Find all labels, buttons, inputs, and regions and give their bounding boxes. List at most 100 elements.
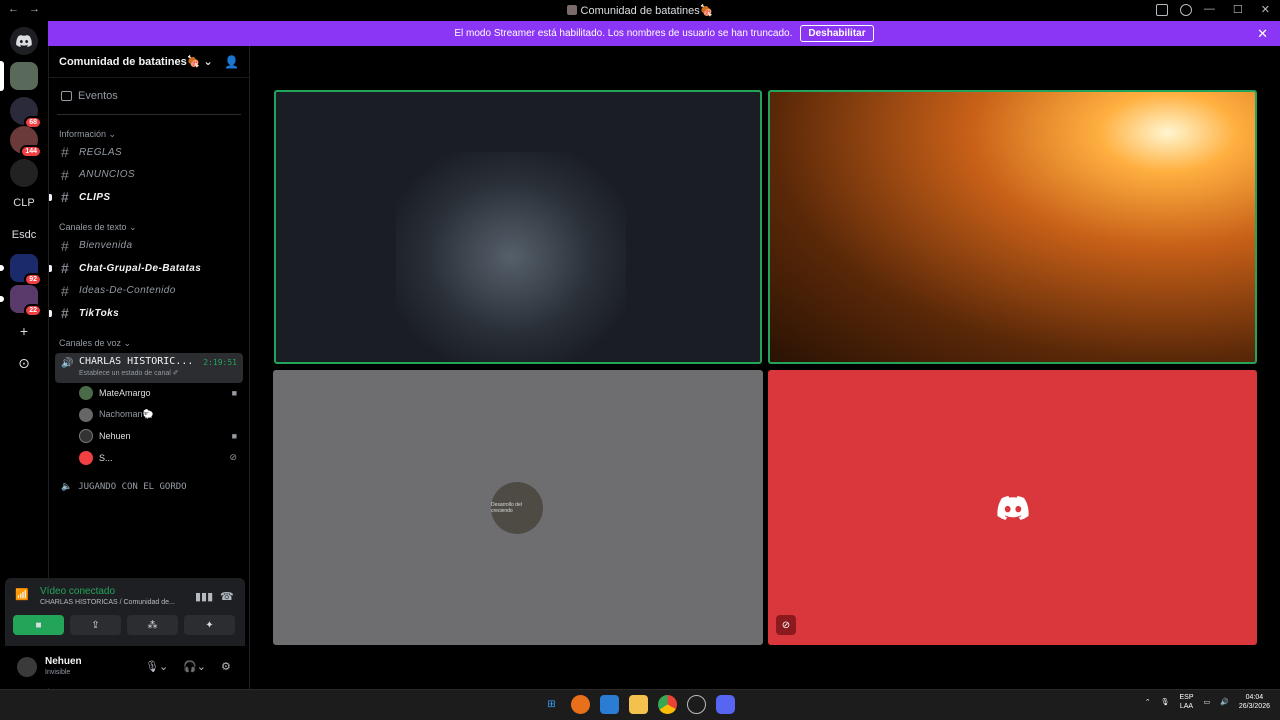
guild-badge: 22: [24, 304, 42, 317]
guild-7[interactable]: 92: [0, 254, 42, 286]
invite-people-icon[interactable]: 👤: [224, 55, 239, 69]
video-tile[interactable]: [274, 90, 762, 364]
close-window-button[interactable]: ✕: [1261, 3, 1270, 16]
clock[interactable]: 04:04 26/3/2026: [1239, 693, 1270, 711]
muted-mic-icon: ⊘: [229, 452, 237, 463]
disable-streamer-button[interactable]: Deshabilitar: [800, 25, 874, 42]
guild-comunidad[interactable]: [0, 61, 38, 91]
guild-4[interactable]: [10, 159, 38, 187]
maximize-button[interactable]: ☐: [1233, 3, 1243, 16]
channel-chat-grupal[interactable]: # Chat-Grupal-De-Batatas: [49, 257, 249, 280]
events-label: Eventos: [78, 90, 118, 102]
channel-bienvenida[interactable]: # Bienvenida: [49, 235, 249, 258]
server-header[interactable]: Comunidad de batatines🍖 ⌄ 👤: [49, 46, 249, 78]
firefox-icon[interactable]: [571, 695, 590, 714]
webcam-feed: [396, 152, 626, 362]
compass-icon: ⊙: [18, 354, 30, 371]
file-explorer-icon[interactable]: [629, 695, 648, 714]
server-name: Comunidad de batatines🍖: [59, 56, 201, 68]
discord-logo-icon: [16, 35, 32, 47]
help-icon[interactable]: [1180, 4, 1192, 16]
photos-icon[interactable]: [600, 695, 619, 714]
guild-clp[interactable]: CLP: [10, 189, 38, 217]
user-status: Invisible: [45, 669, 71, 676]
video-tile[interactable]: Desarrollo del creciendo: [273, 370, 763, 645]
category-informacion[interactable]: Información ⌄: [49, 127, 249, 141]
minimize-button[interactable]: —: [1204, 3, 1215, 16]
taskbar: ⊞ ⌃ 🎙 ESP LAA ▭ 🔊 04:04 26/3/2026: [0, 689, 1280, 720]
avatar: [79, 386, 93, 401]
guild-label: Esdc: [11, 229, 37, 241]
discord-home-button[interactable]: [10, 27, 38, 55]
add-server-icon: +: [19, 323, 29, 339]
discord-taskbar-icon[interactable]: [716, 695, 735, 714]
signal-icon: 📶: [15, 589, 29, 601]
set-channel-status[interactable]: Establece un estado de canal ✐: [79, 369, 237, 377]
avatar[interactable]: [17, 657, 37, 677]
speaker-icon: 🔊: [61, 357, 74, 369]
webcam-feed: [770, 92, 1255, 362]
user-name[interactable]: Nehuen: [45, 656, 82, 667]
noise-suppression-icon[interactable]: ▮▮▮: [195, 590, 213, 603]
window-title: Comunidad de batatines🍖: [0, 4, 1280, 17]
hash-icon: #: [61, 305, 70, 322]
window-title-text: Comunidad de batatines🍖: [580, 5, 714, 17]
screen-share-button[interactable]: ⇪: [70, 615, 121, 635]
events-item[interactable]: Eventos: [49, 86, 249, 106]
guild-esdc[interactable]: Esdc: [10, 221, 38, 249]
camera-icon: ■: [231, 388, 237, 399]
connection-channel[interactable]: CHARLAS HISTORICAS / Comunidad de...: [40, 599, 175, 606]
category-canales-texto[interactable]: Canales de texto ⌄: [49, 221, 249, 235]
video-tile[interactable]: ⊘: [768, 370, 1257, 645]
add-server-button[interactable]: +: [10, 317, 38, 345]
channel-name: TikToks: [79, 307, 120, 319]
activities-button[interactable]: ⁂: [127, 615, 178, 635]
calendar-icon: [61, 91, 72, 101]
speaker-icon: 🔈: [61, 481, 73, 492]
connection-status[interactable]: Vídeo conectado: [40, 586, 115, 597]
channel-anuncios[interactable]: # ANUNCIOS: [49, 164, 249, 187]
user-panel: Nehuen Invisible 🎙⌄ 🎧⌄ ⚙: [5, 646, 245, 688]
avatar: [79, 450, 93, 465]
gear-icon[interactable]: ⚙: [221, 660, 231, 673]
category-canales-voz[interactable]: Canales de voz ⌄: [49, 337, 249, 351]
start-icon[interactable]: ⊞: [542, 695, 561, 714]
chevron-down-icon: ⌄: [203, 56, 213, 68]
channel-clips[interactable]: # CLIPS: [49, 186, 249, 209]
chrome-icon[interactable]: [658, 695, 677, 714]
microphone-icon[interactable]: 🎙: [1161, 698, 1170, 706]
channel-tiktoks[interactable]: # TikToks: [49, 302, 249, 325]
voice-channel-charlas[interactable]: 🔊 CHARLAS HISTORIC... 2:19:51 Establece …: [55, 352, 243, 383]
voice-member[interactable]: S... ⊘: [49, 447, 249, 469]
guild-2[interactable]: 68: [10, 97, 42, 129]
disconnect-icon[interactable]: ☎: [220, 590, 234, 603]
hash-icon: #: [61, 260, 70, 277]
volume-icon[interactable]: 🔊: [1220, 698, 1229, 706]
network-icon[interactable]: ▭: [1204, 698, 1211, 706]
voice-member[interactable]: MateAmargo ■: [49, 383, 249, 405]
soundboard-button[interactable]: ✦: [184, 615, 235, 635]
steam-icon[interactable]: [687, 695, 706, 714]
voice-member[interactable]: Nachoman🐑: [49, 404, 249, 426]
guild-3[interactable]: 144: [10, 126, 42, 158]
video-tile[interactable]: [768, 90, 1257, 364]
call-timer: 2:19:51: [203, 357, 237, 367]
discover-button[interactable]: ⊙: [10, 349, 38, 377]
camera-button[interactable]: ■: [13, 615, 64, 635]
close-banner-icon[interactable]: ✕: [1257, 26, 1268, 42]
channel-name: REGLAS: [79, 146, 122, 158]
inbox-icon[interactable]: [1156, 4, 1168, 16]
guild-8[interactable]: 22: [0, 285, 42, 317]
channel-reglas[interactable]: # REGLAS: [49, 141, 249, 164]
avatar: Desarrollo del creciendo: [491, 482, 543, 534]
voice-channel-jugando[interactable]: 🔈 JUGANDO CON EL GORDO: [55, 477, 243, 497]
headphones-icon[interactable]: 🎧⌄: [183, 660, 206, 673]
member-name: Nachoman🐑: [99, 409, 154, 420]
language-indicator[interactable]: ESP LAA: [1179, 693, 1193, 711]
chevron-up-icon[interactable]: ⌃: [1145, 698, 1151, 706]
hash-icon: #: [61, 237, 70, 254]
voice-member[interactable]: Nehuen ■: [49, 426, 249, 448]
channel-ideas[interactable]: # Ideas-De-Contenido: [49, 280, 249, 303]
window-titlebar: ←→ Comunidad de batatines🍖 — ☐ ✕: [0, 0, 1280, 21]
microphone-icon[interactable]: 🎙⌄: [145, 660, 168, 673]
